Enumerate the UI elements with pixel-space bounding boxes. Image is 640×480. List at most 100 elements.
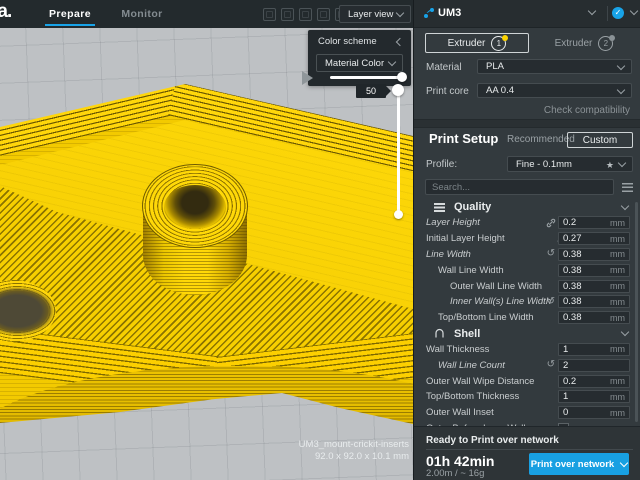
model-caption: UM3_mount-crickit-inserts 92.0 x 92.0 x … <box>299 439 409 463</box>
top-toolbar: ra. Prepare Monitor Layer view <box>0 0 413 28</box>
material-color-dot <box>502 35 508 41</box>
link-icon <box>546 218 556 228</box>
setting-unit: mm <box>610 313 625 323</box>
setting-value-field[interactable]: 1mm <box>558 343 630 356</box>
print-core-label: Print core <box>426 86 469 97</box>
setting-row: Top/Bottom Thickness 1mm <box>414 389 640 405</box>
playback-slider-handle[interactable] <box>397 72 407 82</box>
setting-label: Outer Wall Wipe Distance <box>426 376 534 387</box>
revert-icon[interactable]: ↺ <box>547 297 555 307</box>
settings-scrollbar[interactable] <box>635 202 638 422</box>
playback-slider-track[interactable] <box>330 76 403 79</box>
footer-divider <box>426 449 633 450</box>
setting-label: Wall Thickness <box>426 344 489 355</box>
setting-row: Outer Wall Line Width0.38mm <box>414 278 640 294</box>
setting-value-field[interactable]: 2 <box>558 359 630 372</box>
setting-row: Inner Wall(s) Line Width↺i0.38mm <box>414 294 640 310</box>
profile-dropdown[interactable]: Fine - 0.1mm ★ <box>507 156 633 172</box>
print-over-network-button[interactable]: Print over network <box>529 453 629 475</box>
setting-value: 0.38 <box>563 312 610 323</box>
chevron-down-icon <box>621 201 629 209</box>
setting-label: Outer Wall Inset <box>426 407 494 418</box>
setting-value-field[interactable]: 0.38mm <box>558 280 630 293</box>
setting-value-field[interactable]: 0.2mm <box>558 375 630 388</box>
setting-row: Outer Wall Wipe Distance 0.2mm <box>414 373 640 389</box>
setting-label: Top/Bottom Thickness <box>426 391 519 402</box>
setting-value-field[interactable]: 0mm <box>558 406 630 419</box>
extruder-2-number-badge: 2 <box>598 36 613 51</box>
setting-value: 0.27 <box>563 233 610 244</box>
setting-unit: mm <box>610 218 625 228</box>
view-preset-icon-4[interactable] <box>317 8 330 21</box>
view-preset-icon-1[interactable] <box>263 8 276 21</box>
setting-label: Initial Layer Height <box>426 233 505 244</box>
view-preset-icon-2[interactable] <box>281 8 294 21</box>
printer-select-chevron-icon[interactable] <box>588 7 596 15</box>
setting-value: 1 <box>563 344 610 355</box>
chevron-down-icon <box>621 328 629 336</box>
setting-row: Outer Wall Inset 0mm <box>414 405 640 421</box>
layer-value-tooltip: 50 <box>356 84 386 98</box>
color-scheme-value: Material Color <box>325 58 384 69</box>
filter-menu-icon[interactable] <box>622 183 633 192</box>
profile-label: Profile: <box>426 159 457 170</box>
setting-value-field[interactable]: 0.38mm <box>558 295 630 308</box>
section-divider <box>414 119 640 128</box>
setting-row: Wall Line Count↺i2 <box>414 357 640 373</box>
setting-value-field[interactable]: 0.38mm <box>558 311 630 324</box>
setting-value-field[interactable]: 1mm <box>558 390 630 403</box>
print-job-footer: Ready to Print over network 01h 42min 2.… <box>414 426 640 480</box>
setting-unit: mm <box>610 297 625 307</box>
revert-icon[interactable]: ↺ <box>547 249 555 259</box>
extruder-2-tab[interactable]: Extruder 2 <box>532 33 636 53</box>
panel-collapse-chevron-icon[interactable] <box>630 7 638 15</box>
setting-unit: mm <box>610 408 625 418</box>
favorite-star-icon[interactable]: ★ <box>606 160 614 171</box>
search-input[interactable] <box>425 179 614 195</box>
material-label: Material <box>426 62 462 73</box>
layer-slider-track[interactable] <box>397 90 400 214</box>
printer-header: UM3 ✓ <box>414 0 640 28</box>
viewport-3d[interactable]: Color scheme Material Color 50 UM3_mount… <box>0 28 413 480</box>
mode-recommended-button[interactable]: Recommended <box>507 132 564 148</box>
status-text: Ready to Print over network <box>426 435 559 446</box>
layer-slider-handle-top[interactable] <box>392 84 404 96</box>
setting-value-field[interactable]: 0.2mm <box>558 216 630 229</box>
time-estimate: 01h 42min <box>426 453 494 469</box>
setting-value-field[interactable]: 0.38mm <box>558 264 630 277</box>
print-core-value: AA 0.4 <box>486 85 514 96</box>
setting-label: Top/Bottom Line Width <box>438 312 534 323</box>
revert-icon[interactable]: ↺ <box>547 360 555 370</box>
setting-value-field[interactable]: 0.27mm <box>558 232 630 245</box>
active-tab-underline <box>45 24 95 26</box>
category-header-shell[interactable]: Shell <box>414 326 640 342</box>
material-value: PLA <box>486 61 504 72</box>
setting-value-field[interactable]: 0.38mm <box>558 248 630 261</box>
setting-label: Layer Height <box>426 217 480 228</box>
material-dropdown[interactable]: PLA <box>477 59 632 74</box>
extruder-1-label: Extruder <box>448 38 486 49</box>
network-printer-icon <box>424 8 435 19</box>
view-preset-icon-3[interactable] <box>299 8 312 21</box>
tab-monitor[interactable]: Monitor <box>112 0 172 28</box>
setting-unit: mm <box>610 249 625 259</box>
check-compatibility-link[interactable]: Check compatibility <box>544 105 630 116</box>
view-mode-dropdown[interactable]: Layer view <box>339 5 411 23</box>
setting-row: Wall Thickness 1mm <box>414 342 640 358</box>
setting-value: 0.38 <box>563 296 610 307</box>
profile-value: Fine - 0.1mm <box>516 159 572 170</box>
play-icon[interactable] <box>302 71 313 85</box>
chevron-down-icon <box>620 458 628 466</box>
layer-slider-handle-bottom[interactable] <box>394 210 403 219</box>
color-scheme-dropdown[interactable]: Material Color <box>316 54 403 72</box>
setting-unit: mm <box>610 376 625 386</box>
material-usage: 2.00m / ~ 16g <box>426 468 484 479</box>
setting-label: Wall Line Count <box>438 360 505 371</box>
chevron-left-icon[interactable] <box>396 38 404 46</box>
cura-logo: ra. <box>0 1 11 23</box>
extruder-1-tab[interactable]: Extruder 1 <box>425 33 529 53</box>
model-name-label: UM3_mount-crickit-inserts <box>299 439 409 451</box>
print-core-dropdown[interactable]: AA 0.4 <box>477 83 632 98</box>
mode-custom-button[interactable]: Custom <box>567 132 633 148</box>
category-header-quality[interactable]: Quality <box>414 199 640 215</box>
